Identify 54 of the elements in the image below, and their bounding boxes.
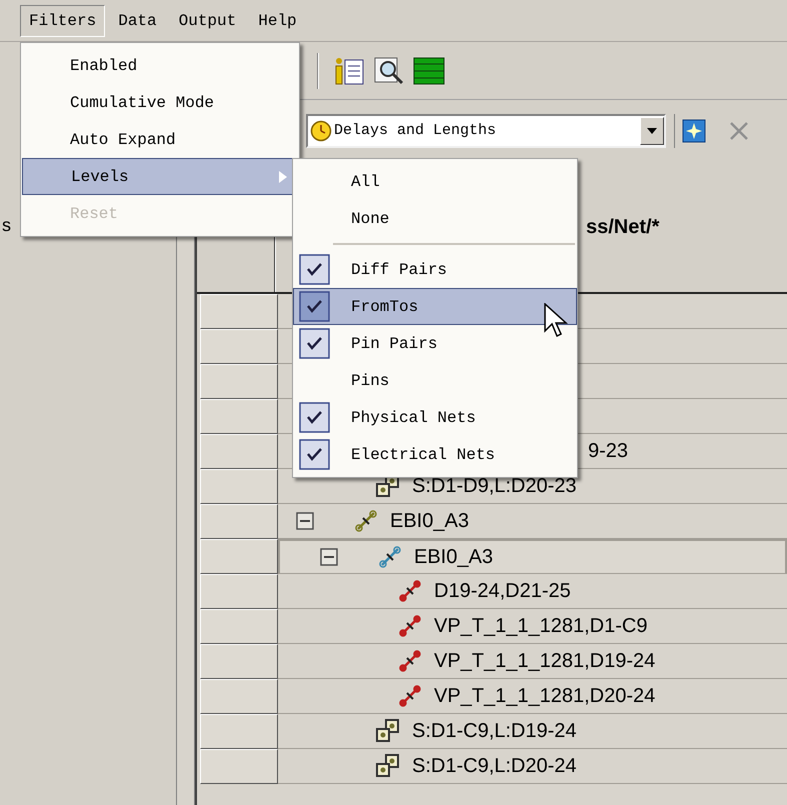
tree-row[interactable]: EBI0_A3 (278, 539, 787, 574)
row-header[interactable] (200, 644, 278, 679)
collapse-icon[interactable] (296, 512, 314, 530)
row-header[interactable] (200, 609, 278, 644)
row-header[interactable] (200, 539, 278, 574)
row-header[interactable] (200, 399, 278, 434)
view-select[interactable]: Delays and Lengths (306, 114, 666, 148)
tree-row[interactable]: D19-24,D21-25 (278, 574, 787, 609)
menu-bar-item[interactable]: Output (170, 4, 246, 36)
row-header[interactable] (200, 714, 278, 749)
row-header[interactable] (200, 749, 278, 784)
pin-pair-icon (375, 718, 401, 744)
tree-row[interactable]: VP_T_1_1_1281,D20-24 (278, 679, 787, 714)
submenu-arrow-icon (279, 170, 287, 182)
menu-item[interactable]: Pin Pairs (293, 325, 577, 362)
caret-icon (647, 128, 657, 134)
menu-bar-item[interactable]: Filters (20, 4, 106, 36)
tree-row[interactable]: VP_T_1_1_1281,D1-C9 (278, 609, 787, 644)
table-icon[interactable] (413, 56, 445, 84)
menu-item[interactable]: Enabled (21, 47, 299, 84)
tree-row[interactable]: S:D1-C9,L:D19-24 (278, 714, 787, 749)
info-list-icon[interactable] (333, 56, 365, 86)
row-header[interactable] (200, 679, 278, 714)
menu-item[interactable]: Cumulative Mode (21, 84, 299, 121)
panel-label: s (2, 215, 11, 235)
row-header[interactable] (200, 434, 278, 469)
dropdown-button[interactable] (640, 117, 664, 145)
row-header[interactable] (200, 504, 278, 539)
pin-pair-icon (375, 753, 401, 779)
search-icon[interactable] (373, 56, 405, 86)
row-header[interactable] (200, 574, 278, 609)
connection-icon (398, 579, 422, 603)
clock-icon (310, 120, 332, 142)
connection-icon (354, 509, 378, 533)
connection-icon (398, 684, 422, 708)
connection-icon (398, 649, 422, 673)
menu-item[interactable]: Diff Pairs (293, 251, 577, 288)
menu-bar-item[interactable]: Help (249, 4, 306, 36)
menu-item[interactable]: Physical Nets (293, 399, 577, 436)
row-header[interactable] (200, 364, 278, 399)
row-header[interactable] (200, 294, 278, 329)
mouse-pointer-icon (544, 303, 568, 339)
menu-bar-item[interactable]: Data (109, 4, 166, 36)
menu-item[interactable]: None (293, 200, 577, 237)
row-header[interactable] (200, 329, 278, 364)
connection-icon (378, 545, 402, 569)
tree-row[interactable]: S:D1-C9,L:D20-24 (278, 749, 787, 784)
row-header[interactable] (200, 469, 278, 504)
tree-row[interactable]: VP_T_1_1_1281,D19-24 (278, 644, 787, 679)
connection-icon (398, 614, 422, 638)
collapse-icon[interactable] (320, 548, 338, 566)
menu-item[interactable]: Pins (293, 362, 577, 399)
menu-item[interactable]: FromTos (293, 288, 577, 325)
menu-item[interactable]: Auto Expand (21, 121, 299, 158)
